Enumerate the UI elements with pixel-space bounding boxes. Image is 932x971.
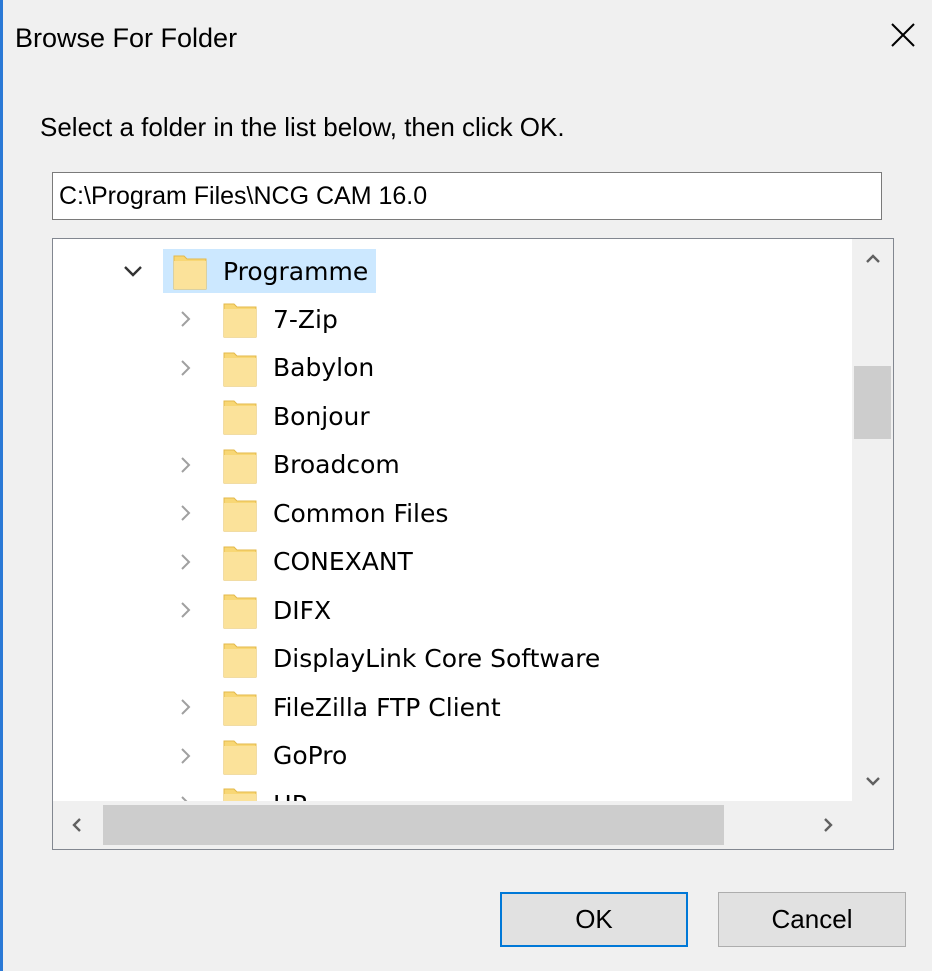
folder-icon	[223, 788, 257, 801]
tree-node[interactable]: Broadcom	[223, 443, 408, 487]
tree-node-label: Programme	[223, 256, 369, 286]
tree-node[interactable]: FileZilla FTP Client	[223, 685, 509, 729]
chevron-up-icon	[865, 254, 880, 263]
folder-icon	[223, 497, 257, 532]
tree-node-programme[interactable]: Programme	[163, 249, 377, 293]
tree-row[interactable]: GoPro	[53, 732, 852, 780]
expand-toggle[interactable]	[173, 501, 197, 525]
expand-toggle[interactable]	[173, 792, 197, 801]
folder-icon	[223, 352, 257, 386]
chevron-right-icon	[181, 553, 191, 570]
tree-node-label: Common Files	[273, 498, 449, 528]
chevron-right-icon	[181, 699, 191, 715]
close-icon	[891, 23, 915, 47]
tree-row[interactable]: Common Files	[53, 489, 852, 537]
window-edge	[0, 0, 3, 971]
expand-toggle[interactable]	[173, 695, 197, 719]
ok-button[interactable]: OK	[500, 892, 688, 947]
tree-node[interactable]: DIFX	[223, 588, 339, 632]
scroll-down-button[interactable]	[852, 761, 893, 801]
title-bar[interactable]: Browse For Folder	[3, 0, 932, 80]
tree-row[interactable]: DisplayLink Core Software	[53, 635, 852, 683]
tree-row[interactable]: Bonjour	[53, 392, 852, 440]
tree-node[interactable]: Common Files	[223, 491, 456, 535]
folder-path-field[interactable]	[52, 172, 882, 220]
chevron-down-icon	[124, 266, 142, 277]
tree-node-label: GoPro	[273, 741, 348, 770]
vertical-scroll-thumb[interactable]	[854, 366, 891, 439]
tree-node[interactable]: Bonjour	[223, 394, 378, 438]
folder-icon	[223, 740, 257, 774]
folder-icon	[173, 255, 207, 290]
instruction-text: Select a folder in the list below, then …	[40, 112, 565, 142]
folder-tree[interactable]: Programme 7-Zip Babylon Bonjour Broadcom Com…	[52, 238, 894, 850]
chevron-right-icon	[181, 747, 191, 764]
scrollbar-corner	[852, 801, 893, 849]
tree-row[interactable]: 7-Zip	[53, 295, 852, 343]
folder-icon	[223, 303, 257, 338]
horizontal-scrollbar[interactable]	[53, 801, 852, 849]
tree-row[interactable]: Broadcom	[53, 441, 852, 489]
tree-node-label: 7-Zip	[273, 304, 338, 334]
tree-node-label: FileZilla FTP Client	[273, 692, 501, 722]
tree-node-label: Bonjour	[273, 401, 370, 431]
chevron-right-icon	[181, 456, 191, 473]
folder-icon	[223, 546, 257, 580]
close-button[interactable]	[882, 14, 924, 56]
expand-toggle[interactable]	[173, 453, 197, 477]
tree-row[interactable]: DIFX	[53, 586, 852, 634]
chevron-right-icon	[824, 818, 833, 832]
expand-toggle[interactable]	[173, 598, 197, 622]
tree-node[interactable]: DisplayLink Core Software	[223, 637, 608, 681]
horizontal-scroll-thumb[interactable]	[103, 805, 724, 845]
vertical-scrollbar[interactable]	[852, 239, 893, 801]
tree-node-label: DisplayLink Core Software	[273, 644, 601, 673]
tree-row[interactable]: HP	[53, 780, 852, 801]
tree-row[interactable]: Babylon	[53, 344, 852, 392]
tree-node-label: HP	[257, 790, 315, 802]
tree-node-label: Babylon	[273, 353, 375, 382]
tree-node[interactable]: GoPro	[223, 734, 355, 778]
folder-icon	[223, 691, 257, 726]
tree-node-label: CONEXANT	[273, 547, 413, 576]
folder-tree-viewport: Programme 7-Zip Babylon Bonjour Broadcom Com…	[53, 239, 852, 801]
tree-node[interactable]: CONEXANT	[223, 540, 421, 584]
expand-toggle[interactable]	[173, 356, 197, 380]
chevron-right-icon	[181, 505, 191, 521]
tree-node-label: DIFX	[273, 595, 332, 625]
scroll-right-button[interactable]	[804, 801, 852, 849]
expand-toggle[interactable]	[173, 307, 197, 331]
scroll-up-button[interactable]	[852, 239, 893, 279]
folder-icon	[223, 449, 257, 483]
tree-row[interactable]: CONEXANT	[53, 538, 852, 586]
tree-node-label: Broadcom	[273, 450, 400, 479]
tree-row-root[interactable]: Programme	[53, 247, 852, 295]
tree-node[interactable]: 7-Zip	[223, 297, 346, 341]
window-title: Browse For Folder	[15, 23, 238, 53]
tree-row[interactable]: FileZilla FTP Client	[53, 683, 852, 731]
chevron-right-icon	[181, 359, 191, 376]
chevron-down-icon	[865, 777, 880, 786]
chevron-right-icon	[181, 311, 191, 327]
cancel-button[interactable]: Cancel	[718, 892, 906, 947]
expand-toggle[interactable]	[173, 550, 197, 574]
expand-toggle[interactable]	[173, 744, 197, 768]
tree-node[interactable]: HP	[223, 782, 315, 801]
tree-node[interactable]: Babylon	[223, 346, 382, 390]
folder-icon	[223, 643, 257, 677]
chevron-left-icon	[72, 818, 81, 832]
scroll-left-button[interactable]	[53, 801, 101, 849]
folder-icon	[223, 400, 257, 435]
folder-icon	[223, 594, 257, 629]
chevron-right-icon	[181, 602, 191, 618]
collapse-toggle[interactable]	[121, 259, 145, 283]
